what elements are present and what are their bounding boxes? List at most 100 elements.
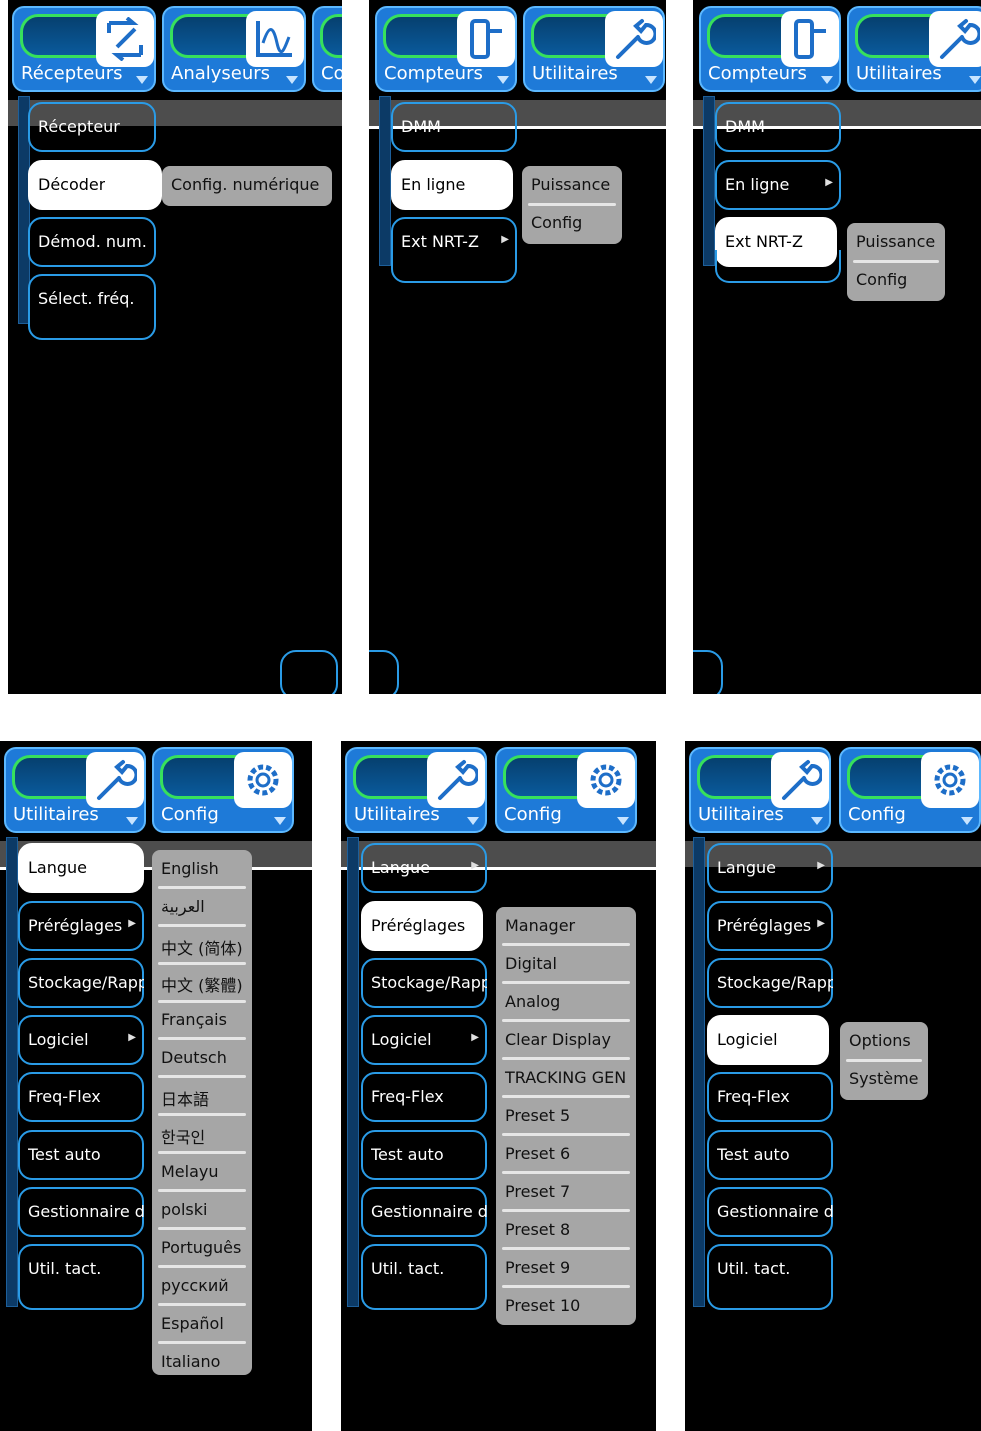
- preset-option[interactable]: Analog: [496, 983, 636, 1021]
- menu-item-language[interactable]: Langue ▶: [707, 843, 833, 893]
- preset-option[interactable]: Digital: [496, 945, 636, 983]
- menu-item-touch-util[interactable]: Util. tact.: [707, 1244, 833, 1310]
- menu-item-manager[interactable]: Gestionnaire d: [18, 1187, 144, 1237]
- chevron-down-icon: [286, 76, 298, 84]
- menu-item-touch-util[interactable]: Util. tact.: [361, 1244, 487, 1310]
- submenu-item-system[interactable]: Système: [840, 1060, 928, 1098]
- menu-item-label: Préréglages: [717, 916, 812, 935]
- preset-option[interactable]: Preset 5: [496, 1097, 636, 1135]
- tab-receivers[interactable]: Récepteurs: [12, 6, 156, 92]
- language-option[interactable]: 日本語: [152, 1077, 252, 1115]
- tab-utilities[interactable]: Utilitaires: [847, 6, 981, 92]
- menu-item-storage[interactable]: Stockage/Rapp: [707, 958, 833, 1008]
- tab-label: Utilitaires: [354, 804, 440, 825]
- tab-utilities[interactable]: Utilitaires: [4, 747, 146, 833]
- language-option[interactable]: 中文 (繁體): [152, 963, 252, 1001]
- tab-analyzers[interactable]: Analyseurs: [162, 6, 306, 92]
- menu-item-freq-flex[interactable]: Freq-Flex: [361, 1072, 487, 1122]
- menu-item-label: Ext NRT-Z: [401, 232, 479, 251]
- menu-item-online[interactable]: En ligne: [391, 160, 513, 210]
- chevron-down-icon: [497, 76, 509, 84]
- menu-item-self-test[interactable]: Test auto: [361, 1130, 487, 1180]
- preset-option[interactable]: Preset 6: [496, 1135, 636, 1173]
- tab-meters-partial[interactable]: Co: [312, 6, 342, 92]
- language-option[interactable]: русский: [152, 1267, 252, 1305]
- menu-item-self-test[interactable]: Test auto: [18, 1130, 144, 1180]
- tab-utilities[interactable]: Utilitaires: [523, 6, 665, 92]
- menu-item-software[interactable]: Logiciel ▶: [361, 1015, 487, 1065]
- language-option[interactable]: Melayu: [152, 1153, 252, 1191]
- menu-item-language[interactable]: Langue ▶: [361, 843, 487, 893]
- corner-button[interactable]: [369, 650, 399, 694]
- language-option[interactable]: Deutsch: [152, 1039, 252, 1077]
- tab-config[interactable]: Config: [152, 747, 294, 833]
- language-label: Italiano: [161, 1352, 221, 1371]
- menu-item-storage[interactable]: Stockage/Rapp: [18, 958, 144, 1008]
- menu-item-freq-flex[interactable]: Freq-Flex: [707, 1072, 833, 1122]
- tab-config[interactable]: Config: [839, 747, 981, 833]
- preset-label: Clear Display: [505, 1030, 611, 1049]
- menu-item-receiver[interactable]: Récepteur: [28, 102, 156, 152]
- preset-option[interactable]: Preset 7: [496, 1173, 636, 1211]
- menu-item-software[interactable]: Logiciel: [707, 1015, 829, 1065]
- menu-item-ext-nrtz[interactable]: Ext NRT-Z ▶: [391, 217, 517, 283]
- menu-item-label: Langue: [371, 858, 430, 877]
- tab-config[interactable]: Config: [495, 747, 637, 833]
- language-option[interactable]: Français: [152, 1001, 252, 1039]
- tab-meters[interactable]: Compteurs: [699, 6, 841, 92]
- menu-item-storage[interactable]: Stockage/Rapp: [361, 958, 487, 1008]
- preset-option[interactable]: Clear Display: [496, 1021, 636, 1059]
- menu-spine: [693, 837, 705, 1307]
- menu-item-presets[interactable]: Préréglages: [361, 901, 483, 951]
- submenu-item-config-numerique[interactable]: Config. numérique: [162, 166, 332, 204]
- menu-item-manager[interactable]: Gestionnaire d: [707, 1187, 833, 1237]
- submenu-item-label: Config: [856, 270, 908, 289]
- language-option[interactable]: Italiano: [152, 1343, 252, 1381]
- tab-utilities[interactable]: Utilitaires: [345, 747, 487, 833]
- submenu-item-options[interactable]: Options: [840, 1022, 928, 1060]
- menu-item-decoder[interactable]: Décoder: [28, 160, 162, 210]
- submenu-item-label: Options: [849, 1031, 911, 1050]
- corner-button[interactable]: [693, 650, 723, 694]
- submenu-item-config[interactable]: Config: [847, 261, 945, 299]
- submenu-item-config[interactable]: Config: [522, 204, 622, 242]
- language-label: 中文 (简体): [161, 939, 243, 958]
- tab-utilities[interactable]: Utilitaires: [689, 747, 831, 833]
- preset-option[interactable]: Preset 9: [496, 1249, 636, 1287]
- preset-option[interactable]: Manager: [496, 907, 636, 945]
- language-option[interactable]: 中文 (简体): [152, 926, 252, 964]
- menu-item-online[interactable]: En ligne ▶: [715, 160, 841, 210]
- preset-option[interactable]: TRACKING GEN: [496, 1059, 636, 1097]
- preset-option[interactable]: Preset 8: [496, 1211, 636, 1249]
- menu-item-touch-util[interactable]: Util. tact.: [18, 1244, 144, 1310]
- preset-option[interactable]: Preset 10: [496, 1287, 636, 1325]
- menu-item-freq-select[interactable]: Sélect. fréq.: [28, 274, 156, 340]
- tab-meters[interactable]: Compteurs: [375, 6, 517, 92]
- submenu-item-puissance[interactable]: Puissance: [522, 166, 622, 204]
- language-option[interactable]: English: [152, 850, 252, 888]
- menu-item-label: Démod. num.: [38, 232, 147, 251]
- submenu-item-label: Puissance: [856, 232, 936, 251]
- language-option[interactable]: Español: [152, 1305, 252, 1343]
- menu-item-label: Préréglages: [371, 916, 466, 935]
- menu-item-digital-demod[interactable]: Démod. num.: [28, 217, 156, 267]
- menu-item-freq-flex[interactable]: Freq-Flex: [18, 1072, 144, 1122]
- menu-item-label: Gestionnaire d: [371, 1202, 487, 1221]
- preset-label: Manager: [505, 916, 576, 935]
- menu-item-self-test[interactable]: Test auto: [707, 1130, 833, 1180]
- corner-button[interactable]: [280, 650, 338, 694]
- menu-item-manager[interactable]: Gestionnaire d: [361, 1187, 487, 1237]
- menu-item-software[interactable]: Logiciel ▶: [18, 1015, 144, 1065]
- menu-item-dmm[interactable]: DMM: [391, 102, 517, 152]
- submenu-item-puissance[interactable]: Puissance: [847, 223, 945, 261]
- language-option[interactable]: 한국인: [152, 1115, 252, 1153]
- menu-item-language[interactable]: Langue: [18, 843, 144, 893]
- menu-item-presets[interactable]: Préréglages ▶: [707, 901, 833, 951]
- menu-item-dmm[interactable]: DMM: [715, 102, 841, 152]
- wrench-icon: [771, 752, 829, 808]
- menu-item-label: Util. tact.: [28, 1259, 102, 1278]
- language-option[interactable]: العربية: [152, 888, 252, 926]
- language-option[interactable]: Português: [152, 1229, 252, 1267]
- menu-item-presets[interactable]: Préréglages ▶: [18, 901, 144, 951]
- language-option[interactable]: polski: [152, 1191, 252, 1229]
